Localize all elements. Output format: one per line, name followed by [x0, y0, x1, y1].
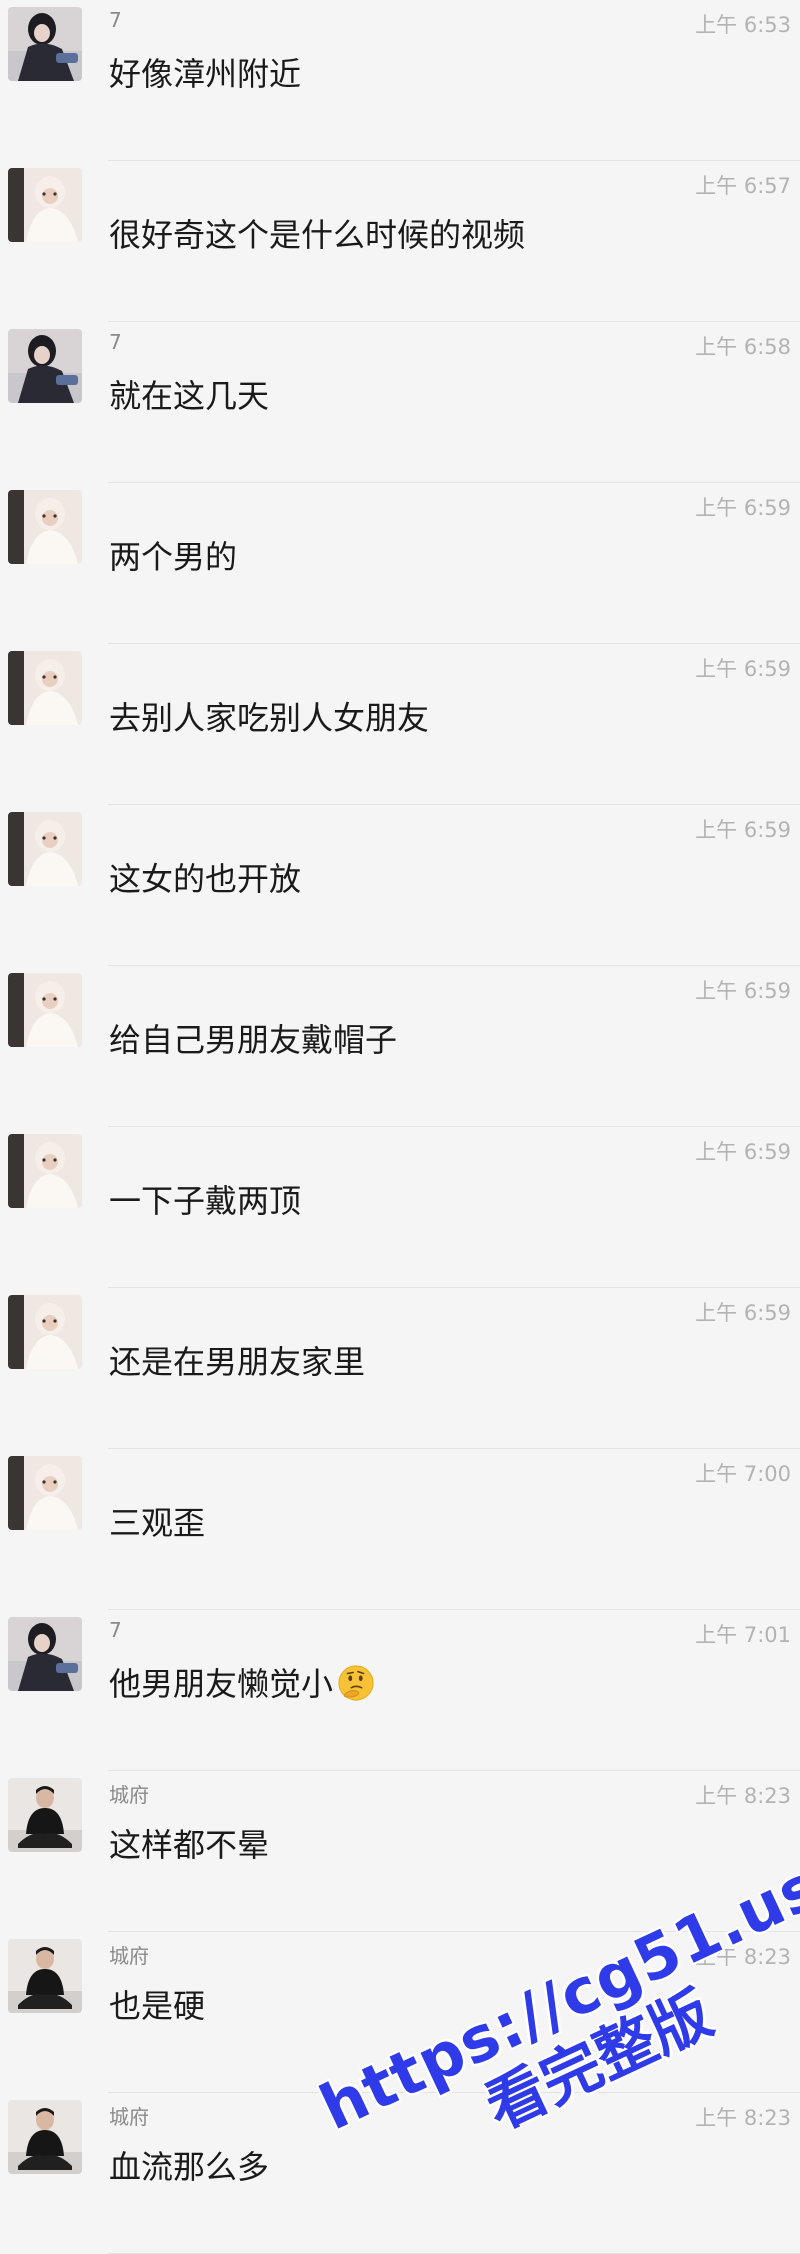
sender-avatar[interactable] [8, 1456, 82, 1530]
message-text: 一下子戴两顶 [109, 1182, 302, 1220]
message-text-row: 这女的也开放 [109, 859, 301, 899]
message-text: 这女的也开放 [109, 860, 302, 898]
sender-name: 城府 [109, 1944, 149, 1968]
message-text-row: 也是硬 [109, 1986, 205, 2026]
sender-avatar[interactable] [8, 1617, 82, 1691]
message-time: 上午 6:59 [695, 496, 791, 520]
sender-avatar[interactable] [8, 1778, 82, 1852]
message-text: 两个男的 [109, 538, 238, 576]
sender-avatar[interactable] [8, 490, 82, 564]
chat-message[interactable]: 7 上午 6:58 就在这几天 [0, 322, 800, 483]
sender-avatar[interactable] [8, 168, 82, 242]
sender-avatar[interactable] [8, 329, 82, 403]
message-text: 给自己男朋友戴帽子 [109, 1021, 398, 1059]
sender-avatar[interactable] [8, 1939, 82, 2013]
message-time: 上午 7:01 [695, 1623, 791, 1647]
chat-message[interactable]: 上午 6:59 去别人家吃别人女朋友 [0, 644, 800, 805]
sender-name: 城府 [109, 1783, 149, 1807]
message-text: 好像漳州附近 [109, 55, 302, 93]
message-time: 上午 6:59 [695, 1140, 791, 1164]
sender-name: 7 [109, 8, 122, 32]
sender-name: 7 [109, 1618, 122, 1642]
message-text-row: 一下子戴两顶 [109, 1181, 301, 1221]
message-time: 上午 6:53 [695, 13, 791, 37]
message-text: 就在这几天 [109, 377, 270, 415]
chat-message[interactable]: 7 上午 6:53 好像漳州附近 [0, 0, 800, 161]
sender-avatar[interactable] [8, 1134, 82, 1208]
message-text: 很好奇这个是什么时候的视频 [109, 216, 526, 254]
message-text: 也是硬 [109, 1987, 206, 2025]
message-text-row: 给自己男朋友戴帽子 [109, 1020, 397, 1060]
message-time: 上午 6:59 [695, 979, 791, 1003]
message-text: 这样都不晕 [109, 1826, 270, 1864]
message-time: 上午 8:23 [695, 2106, 791, 2130]
message-time: 上午 6:58 [695, 335, 791, 359]
message-text: 他男朋友懒觉小 [109, 1665, 334, 1703]
message-text-row: 他男朋友懒觉小 [109, 1664, 375, 1705]
message-text-row: 好像漳州附近 [109, 54, 301, 94]
chat-message[interactable]: 上午 6:57 很好奇这个是什么时候的视频 [0, 161, 800, 322]
message-time: 上午 6:59 [695, 1301, 791, 1325]
chat-message[interactable]: 上午 7:00 三观歪 [0, 1449, 800, 1610]
message-time: 上午 6:59 [695, 818, 791, 842]
message-time: 上午 6:57 [695, 174, 791, 198]
message-text-row: 这样都不晕 [109, 1825, 269, 1865]
sender-avatar[interactable] [8, 1295, 82, 1369]
chat-message[interactable]: 上午 6:59 给自己男朋友戴帽子 [0, 966, 800, 1127]
sender-avatar[interactable] [8, 812, 82, 886]
sender-avatar[interactable] [8, 973, 82, 1047]
chat-message[interactable]: 上午 6:59 还是在男朋友家里 [0, 1288, 800, 1449]
chat-message[interactable]: 上午 6:59 两个男的 [0, 483, 800, 644]
message-text: 还是在男朋友家里 [109, 1343, 366, 1381]
chat-message[interactable]: 7 上午 7:01 他男朋友懒觉小 [0, 1610, 800, 1771]
sender-name: 7 [109, 330, 122, 354]
message-text-row: 血流那么多 [109, 2147, 269, 2187]
sender-avatar[interactable] [8, 2100, 82, 2174]
message-time: 上午 8:23 [695, 1784, 791, 1808]
message-text: 血流那么多 [109, 2148, 270, 2186]
thinking-face-emoji [338, 1665, 374, 1701]
message-text-row: 很好奇这个是什么时候的视频 [109, 215, 525, 255]
message-text: 三观歪 [109, 1504, 206, 1542]
message-text-row: 就在这几天 [109, 376, 269, 416]
message-text-row: 去别人家吃别人女朋友 [109, 698, 429, 738]
sender-name: 城府 [109, 2105, 149, 2129]
message-text-row: 两个男的 [109, 537, 237, 577]
chat-message[interactable]: 上午 6:59 这女的也开放 [0, 805, 800, 966]
message-time: 上午 7:00 [695, 1462, 791, 1486]
message-text-row: 还是在男朋友家里 [109, 1342, 365, 1382]
message-time: 上午 6:59 [695, 657, 791, 681]
message-text: 去别人家吃别人女朋友 [109, 699, 430, 737]
sender-avatar[interactable] [8, 7, 82, 81]
message-text-row: 三观歪 [109, 1503, 205, 1543]
sender-avatar[interactable] [8, 651, 82, 725]
chat-message[interactable]: 上午 6:59 一下子戴两顶 [0, 1127, 800, 1288]
